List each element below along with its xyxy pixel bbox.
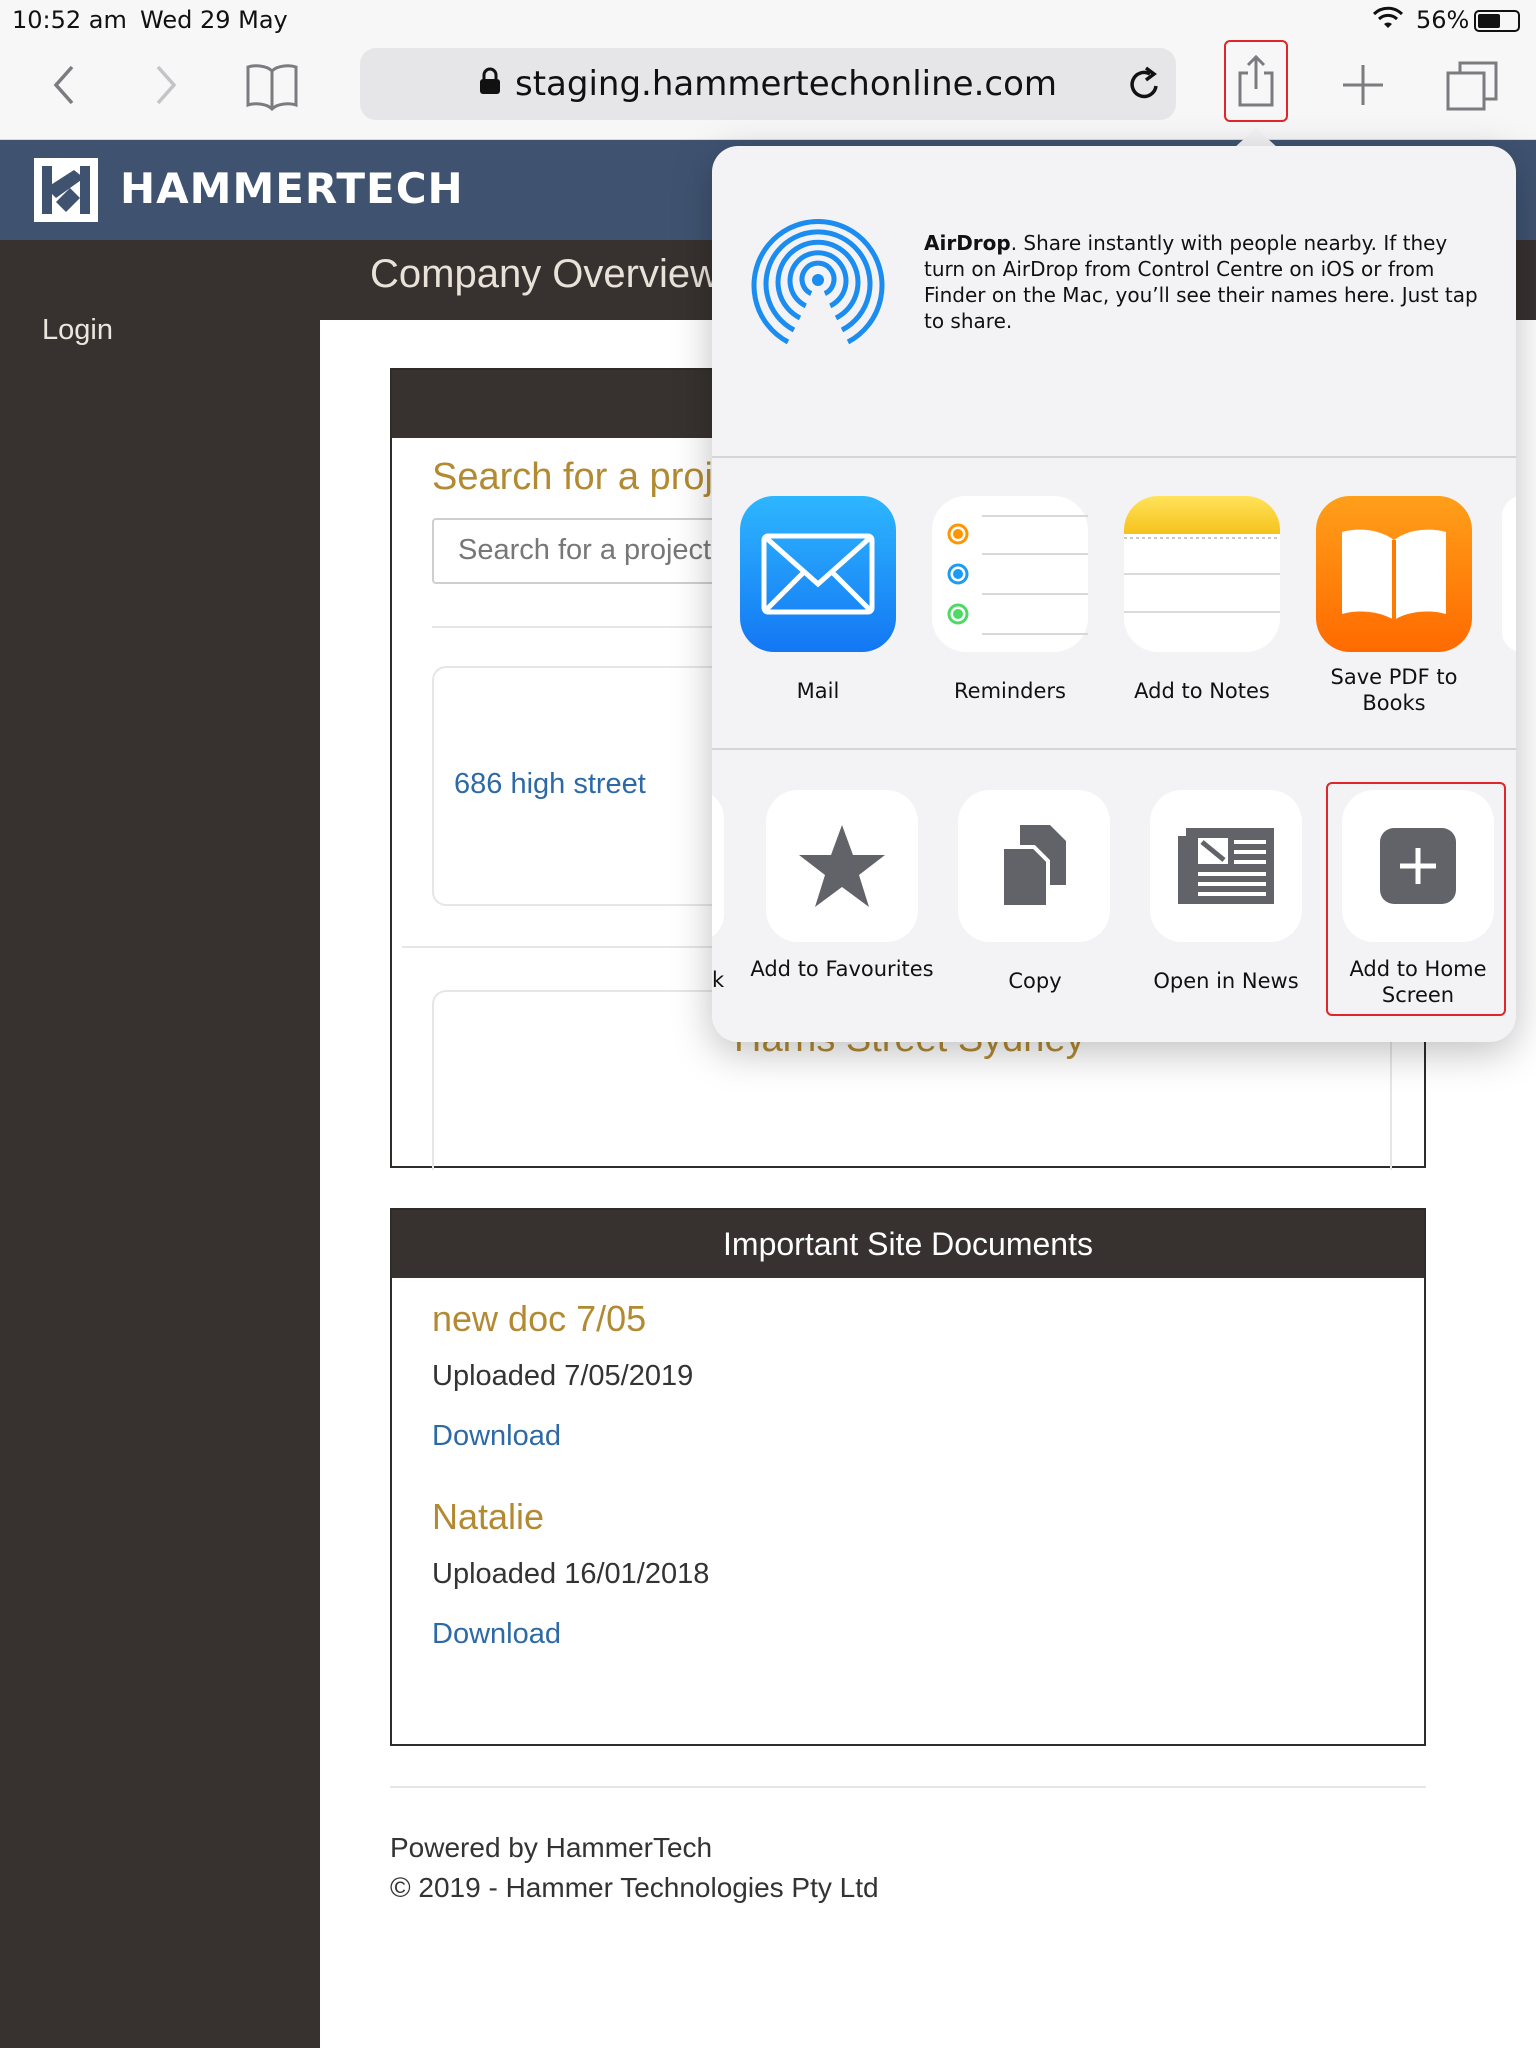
reminders-label: Reminders [954, 679, 1066, 703]
share-separator [712, 456, 1516, 458]
add-to-favourites-button[interactable] [766, 790, 918, 942]
documents-panel: Important Site Documents new doc 7/05 Up… [390, 1208, 1426, 1746]
mail-label: Mail [796, 679, 840, 703]
document-date: Uploaded 7/05/2019 [432, 1360, 694, 1392]
partial-action-label: k [712, 968, 725, 992]
lock-icon [479, 64, 501, 104]
share-sheet: AirDrop. Share instantly with people nea… [712, 146, 1516, 1042]
add-to-favourites-label: Add to Favourites [750, 957, 934, 981]
footer-divider [390, 1786, 1426, 1788]
url-text: staging.hammertechonline.com [515, 64, 1057, 104]
copy-button[interactable] [958, 790, 1110, 942]
download-link[interactable]: Download [432, 1420, 561, 1453]
new-tab-icon[interactable] [1338, 60, 1388, 110]
address-bar[interactable]: staging.hammertechonline.com [360, 48, 1176, 120]
battery-icon [1474, 10, 1520, 32]
footer-copyright: © 2019 - Hammer Technologies Pty Ltd [390, 1872, 879, 1903]
partial-action-tile[interactable] [712, 790, 724, 942]
add-to-home-screen-highlight [1326, 782, 1506, 1016]
notes-label: Add to Notes [1134, 679, 1270, 703]
sidebar [0, 240, 320, 2048]
open-in-news-button[interactable] [1150, 790, 1302, 942]
download-link[interactable]: Download [432, 1618, 561, 1651]
project-link[interactable]: 686 high street [454, 768, 646, 801]
bookmarks-icon[interactable] [240, 58, 304, 114]
share-separator [712, 748, 1516, 750]
copy-label: Copy [1008, 969, 1062, 993]
reminders-app-icon[interactable] [932, 496, 1088, 652]
sidebar-item-login[interactable]: Login [42, 314, 113, 347]
news-icon [1178, 828, 1274, 904]
browser-toolbar: staging.hammertechonline.com [0, 40, 1536, 140]
hammertech-logo-icon[interactable] [34, 158, 98, 222]
mail-app-icon[interactable] [740, 496, 896, 652]
wifi-icon [1372, 6, 1404, 36]
open-in-news-label: Open in News [1153, 969, 1299, 993]
share-sheet-pointer [1234, 128, 1278, 148]
airdrop-title: AirDrop [924, 231, 1011, 255]
search-placeholder: Search for a project [458, 534, 712, 566]
copy-icon [1000, 825, 1066, 909]
forward-icon[interactable] [140, 60, 190, 110]
tabs-icon[interactable] [1444, 58, 1500, 114]
document-title: Natalie [432, 1496, 545, 1537]
status-bar: 10:52 am Wed 29 May 56% [0, 0, 1536, 40]
battery-percent: 56% [1416, 6, 1470, 34]
documents-panel-header: Important Site Documents [392, 1210, 1424, 1278]
share-highlight [1224, 40, 1288, 122]
back-icon[interactable] [40, 60, 90, 110]
document-title: new doc 7/05 [432, 1298, 647, 1339]
footer-powered-by: Powered by HammerTech [390, 1832, 713, 1863]
logo-text: HAMMERTECH [120, 164, 464, 213]
reload-icon[interactable] [1126, 64, 1162, 113]
page-title: Company Overview [370, 252, 720, 296]
books-app-icon[interactable] [1316, 496, 1472, 652]
status-time: 10:52 am [12, 6, 127, 34]
next-app-icon-partial[interactable] [1502, 496, 1516, 652]
status-date: Wed 29 May [140, 6, 288, 34]
airdrop-icon[interactable] [748, 216, 888, 360]
document-date: Uploaded 16/01/2018 [432, 1558, 710, 1590]
books-label: Save PDF to Books [1330, 665, 1458, 715]
airdrop-description: AirDrop. Share instantly with people nea… [924, 230, 1494, 334]
star-icon [799, 825, 885, 907]
notes-app-icon[interactable] [1124, 496, 1280, 652]
